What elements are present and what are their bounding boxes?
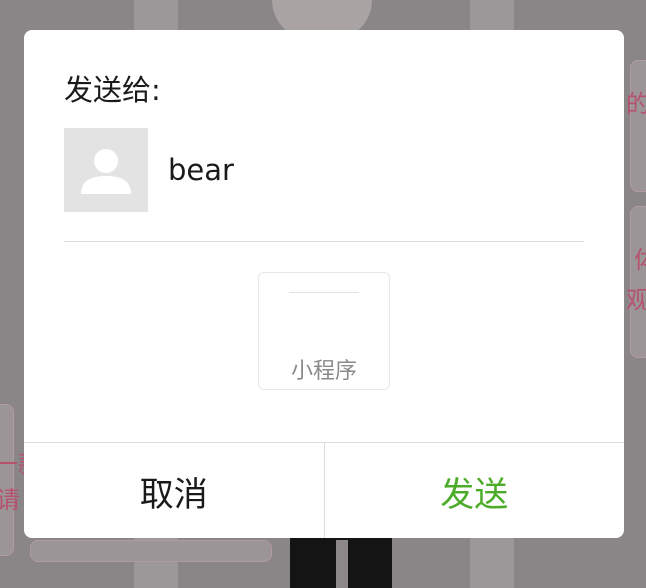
share-dialog: 发送给: bear 小程序 取消 发送 xyxy=(24,30,624,538)
card-title-placeholder xyxy=(289,292,359,293)
background-text: 的 xyxy=(626,90,646,118)
background-card xyxy=(30,540,272,562)
background-card xyxy=(630,206,646,358)
background-card xyxy=(630,60,646,192)
default-avatar-icon xyxy=(81,149,131,194)
miniprogram-preview-card[interactable]: 小程序 xyxy=(258,272,390,390)
background-text: 请 xyxy=(0,486,20,514)
background-card xyxy=(0,404,14,556)
background-figure xyxy=(336,540,348,588)
background-text: 观念 xyxy=(626,286,646,314)
background-text: 一款 xyxy=(0,452,24,476)
dialog-footer: 取消 发送 xyxy=(24,442,624,538)
miniprogram-label: 小程序 xyxy=(290,359,357,384)
recipient-name: bear xyxy=(168,153,234,187)
send-button[interactable]: 发送 xyxy=(325,443,625,538)
avatar xyxy=(64,128,148,212)
cancel-button[interactable]: 取消 xyxy=(24,443,325,538)
recipient-row: bear xyxy=(64,128,234,212)
divider xyxy=(64,241,584,242)
dialog-title: 发送给: xyxy=(64,73,161,107)
background-text: 体 xyxy=(634,248,646,272)
